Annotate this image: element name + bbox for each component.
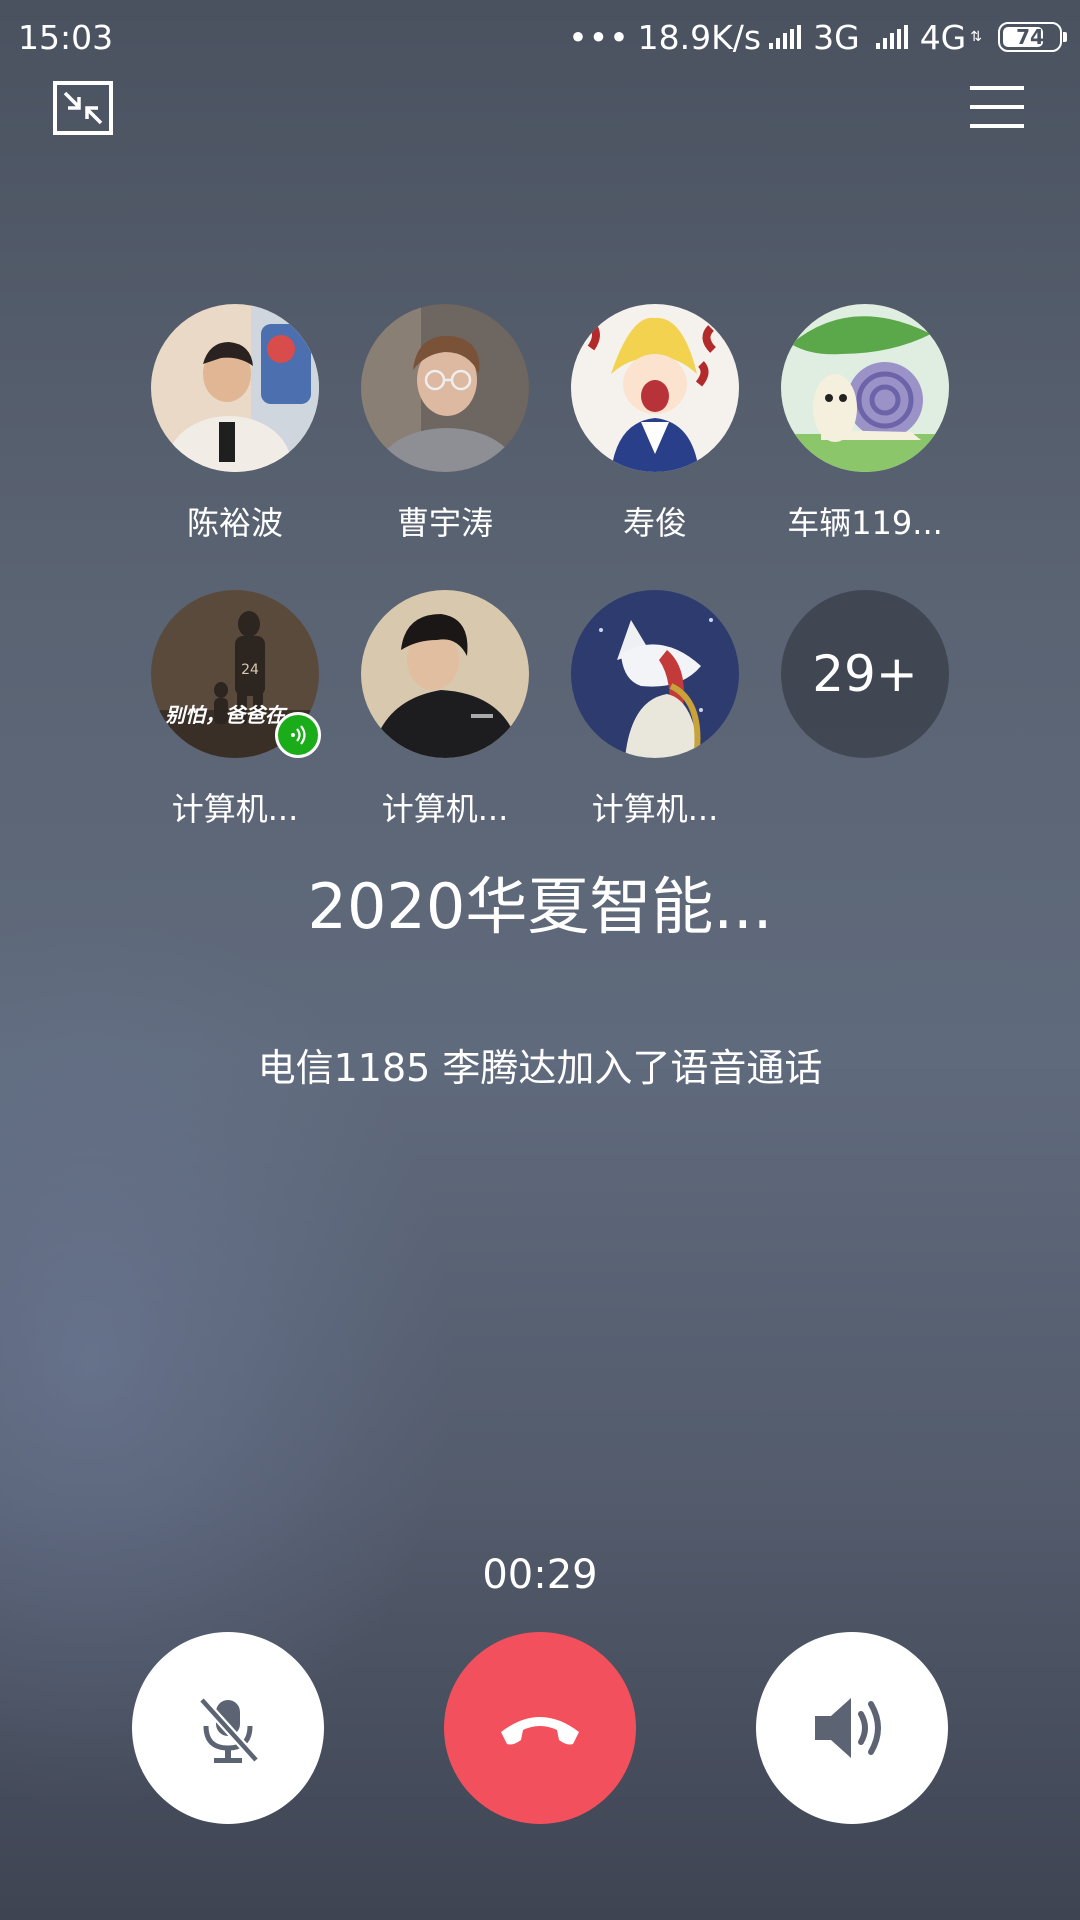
participant-name: 计算机... — [381, 790, 509, 828]
avatar — [151, 304, 319, 472]
menu-icon — [970, 86, 1024, 128]
participant-name: 车辆119... — [787, 504, 943, 542]
participants-grid: 陈裕波 曹宇涛 寿俊 车辆119... 24 别怕，爸爸在 计算机... 计算机… — [130, 304, 950, 830]
network-type-4g: 4G — [919, 17, 967, 57]
network-type-3g: 3G — [813, 17, 860, 57]
data-transfer-arrows-icon: ⇅ — [970, 29, 982, 45]
status-bar: 15:03 ••• 18.9K/s 3G 4G ⇅ 74 — [0, 0, 1080, 74]
avatar — [361, 304, 529, 472]
network-activity-dots: ••• — [568, 17, 630, 57]
sound-wave-icon — [291, 725, 306, 745]
mute-button[interactable] — [132, 1632, 324, 1824]
participant[interactable]: 曹宇涛 — [340, 304, 550, 544]
participant-name: 计算机... — [591, 790, 719, 828]
minimize-window-icon — [53, 81, 113, 135]
speaker-button[interactable] — [756, 1632, 948, 1824]
status-time: 15:03 — [18, 17, 114, 57]
participant[interactable]: 计算机... — [550, 590, 760, 830]
participant-name: 寿俊 — [622, 504, 687, 542]
signal-strength-icon — [875, 25, 908, 49]
jersey-number: 24 — [241, 662, 259, 678]
microphone-muted-icon — [198, 1696, 260, 1764]
participant-name: 曹宇涛 — [396, 504, 493, 542]
participant[interactable]: 寿俊 — [550, 304, 760, 544]
avatar — [571, 304, 739, 472]
join-notice: 电信1185 李腾达加入了语音通话 — [257, 1046, 823, 1090]
speaking-indicator — [275, 712, 321, 758]
hang-up-button[interactable] — [444, 1632, 636, 1824]
minimize-button[interactable] — [52, 80, 114, 136]
avatar-anime-girl-icon — [571, 304, 739, 472]
status-indicators: ••• 18.9K/s 3G 4G ⇅ 74 — [568, 17, 1067, 57]
avatar-anime-fox-icon — [571, 590, 739, 758]
signal-strength-icon — [769, 25, 802, 49]
speaker-icon — [815, 1698, 881, 1758]
avatar — [361, 590, 529, 758]
avatar — [781, 304, 949, 472]
battery-tip — [1063, 32, 1067, 42]
group-title: 2020华夏智能... — [307, 870, 773, 943]
battery-icon: 74 — [998, 22, 1067, 52]
avatar — [571, 590, 739, 758]
avatar-person-black-shirt-icon — [361, 590, 529, 758]
call-timer: 00:29 — [482, 1552, 598, 1598]
participant[interactable]: 24 别怕，爸爸在 计算机... — [130, 590, 340, 830]
participant[interactable]: 陈裕波 — [130, 304, 340, 544]
hang-up-phone-icon — [501, 1717, 579, 1745]
avatar-person-glasses-icon — [361, 304, 529, 472]
battery-level: 74 — [1016, 25, 1044, 49]
avatar-caption: 别怕，爸爸在 — [164, 703, 288, 727]
participant-name: 陈裕波 — [186, 504, 283, 542]
avatar-person-hoodie-icon — [151, 304, 319, 472]
network-speed: 18.9K/s — [637, 17, 762, 57]
avatar-snail-icon — [781, 304, 949, 472]
menu-button[interactable] — [970, 84, 1024, 130]
more-participants[interactable]: 29+ — [760, 590, 970, 830]
participant-name: 计算机... — [171, 790, 299, 828]
participant[interactable]: 计算机... — [340, 590, 550, 830]
participant[interactable]: 车辆119... — [760, 304, 970, 544]
more-participants-count[interactable]: 29+ — [781, 590, 949, 758]
